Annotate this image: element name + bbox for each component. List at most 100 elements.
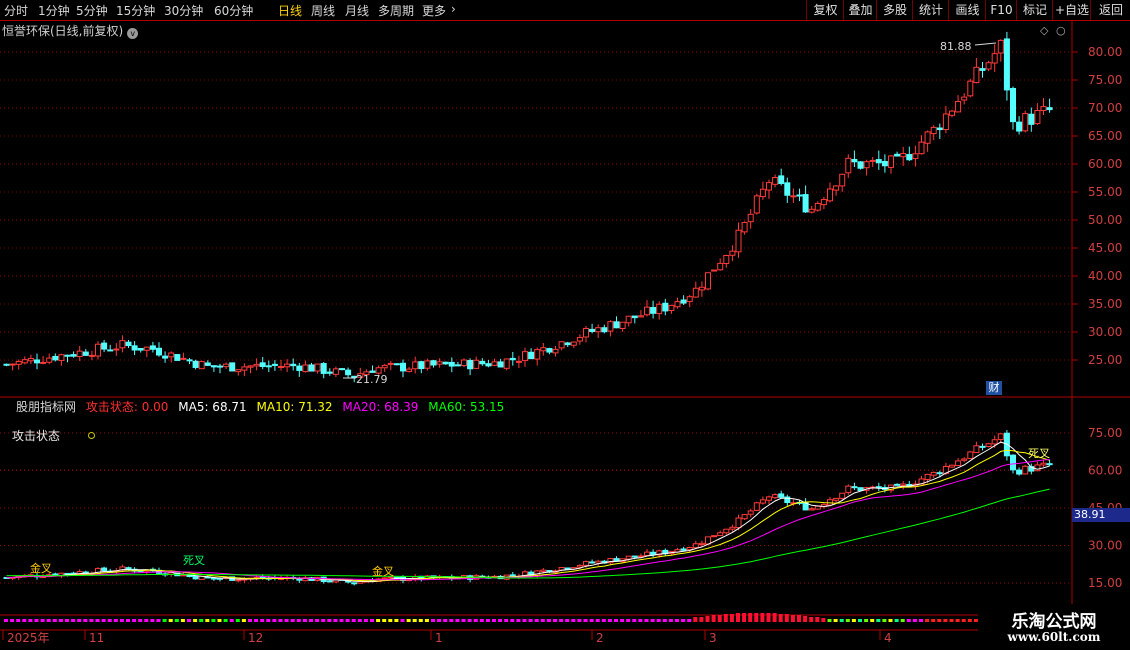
- candle-body: [509, 357, 516, 361]
- candle-body: [58, 354, 65, 361]
- indicator-candle-body: [869, 486, 876, 489]
- current-value-tag: 38.91: [1072, 508, 1130, 522]
- attack-state-bar: [662, 619, 667, 622]
- attack-state-bar: [290, 619, 295, 622]
- indicator-tick-label: 75.00: [1088, 426, 1122, 440]
- period-9[interactable]: 多周期: [378, 2, 414, 19]
- indicator-candle-body: [210, 577, 217, 580]
- indicator-candle-body: [223, 576, 230, 579]
- chevron-down-icon[interactable]: v: [127, 28, 139, 39]
- attack-state-bar: [400, 619, 405, 622]
- high-price-pointer: [974, 42, 997, 46]
- price-tick-label: 25.00: [1088, 353, 1122, 367]
- kline-chart[interactable]: 80.00 75.00 70.00 65.00 60.00 55.00 50.00 45.00…: [0, 0, 1130, 650]
- candle-body: [436, 361, 443, 365]
- period-5[interactable]: 60分钟: [214, 2, 253, 19]
- candle-body: [1028, 113, 1035, 125]
- attack-state-bar: [229, 619, 234, 622]
- candle-body: [9, 363, 16, 366]
- attack-state-bar: [150, 619, 155, 622]
- period-6[interactable]: 日线: [278, 2, 302, 19]
- toolbar-button-7[interactable]: +自选: [1052, 0, 1091, 20]
- candle-body: [930, 126, 937, 135]
- candle-body: [271, 363, 278, 366]
- indicator-candle-body: [387, 576, 394, 579]
- attack-state-bar: [937, 619, 942, 622]
- toolbar-button-1[interactable]: 叠加: [843, 0, 877, 20]
- attack-state-bar: [626, 619, 631, 622]
- toolbar-button-6[interactable]: 标记: [1016, 0, 1053, 20]
- candle-body: [607, 321, 614, 332]
- toolbar-button-3[interactable]: 统计: [912, 0, 949, 20]
- attack-state-bar: [699, 617, 704, 622]
- attack-state-bar: [388, 619, 393, 622]
- indicator-candle-body: [875, 486, 882, 489]
- toolbar-button-4[interactable]: 画线: [948, 0, 986, 20]
- period-2[interactable]: 5分钟: [76, 2, 108, 19]
- candle-body: [827, 188, 833, 202]
- candle-body: [875, 159, 882, 164]
- candle-body: [345, 369, 352, 376]
- indicator-candle-body: [1028, 466, 1035, 472]
- toolbar-button-2[interactable]: 多股: [876, 0, 913, 20]
- date-label: 3: [709, 631, 717, 645]
- indicator-candle-body: [753, 502, 760, 511]
- indicator-candle-body: [735, 517, 742, 529]
- candle-body: [253, 363, 260, 367]
- candle-body: [46, 357, 53, 363]
- indicator-candle-body: [851, 486, 858, 489]
- candle-body: [400, 362, 406, 372]
- indicator-candle-body: [656, 550, 663, 556]
- circle-icon[interactable]: ○: [1056, 24, 1066, 37]
- indicator-candle-body: [125, 567, 132, 570]
- attack-state-bar: [443, 619, 448, 622]
- period-1[interactable]: 1分钟: [38, 2, 70, 19]
- indicator-candle-body: [601, 560, 608, 564]
- candle-body: [644, 306, 650, 316]
- period-0[interactable]: 分时: [4, 2, 28, 19]
- indicator-candle-body: [546, 569, 553, 573]
- attack-state-bar: [424, 619, 429, 622]
- period-8[interactable]: 月线: [345, 2, 369, 19]
- financial-report-badge[interactable]: 财: [986, 381, 1002, 395]
- price-tick-label: 80.00: [1088, 45, 1122, 59]
- candle-body: [942, 113, 949, 131]
- candle-body: [955, 101, 962, 113]
- attack-state-bar: [693, 617, 698, 622]
- candle-body: [778, 175, 785, 185]
- candle-body: [985, 62, 992, 70]
- diamond-icon[interactable]: ◇: [1040, 24, 1049, 37]
- attack-state-bar: [321, 619, 326, 622]
- indicator-name[interactable]: 股朋指标网: [2, 400, 76, 414]
- attack-state-bar: [687, 619, 692, 622]
- attack-state-bar: [4, 619, 8, 622]
- candle-body: [467, 360, 474, 370]
- attack-state-bar: [931, 619, 936, 622]
- price-tick-label: 60.00: [1088, 157, 1122, 171]
- attack-state-bar: [156, 619, 161, 622]
- toolbar-button-8[interactable]: 返回: [1090, 0, 1130, 20]
- indicator-candle-body: [912, 483, 919, 487]
- period-3[interactable]: 15分钟: [116, 2, 155, 19]
- attack-state-bar: [473, 619, 478, 622]
- attack-state-bar: [614, 619, 618, 622]
- indicator-candle-body: [339, 578, 345, 581]
- candle-body: [15, 360, 22, 365]
- period-10[interactable]: 更多: [422, 2, 446, 19]
- chevron-right-icon[interactable]: ›: [451, 2, 456, 16]
- candle-body: [650, 307, 657, 314]
- toolbar-button-0[interactable]: 复权: [806, 0, 844, 20]
- indicator-candle-body: [381, 577, 388, 580]
- period-4[interactable]: 30分钟: [164, 2, 203, 19]
- period-7[interactable]: 周线: [311, 2, 335, 19]
- watermark: 乐淘公式网 www.60lt.com: [978, 604, 1130, 650]
- toolbar-button-5[interactable]: F10: [985, 0, 1017, 20]
- indicator-candle-body: [345, 579, 352, 583]
- attack-state-label: 攻击状态: [12, 429, 61, 443]
- candle-body: [918, 141, 925, 155]
- candle-body: [259, 362, 266, 367]
- attack-state-bar: [302, 619, 307, 622]
- indicator-candle-body: [3, 576, 10, 579]
- indicator-candle-body: [9, 576, 16, 579]
- cross-annotation: 金叉: [30, 561, 52, 575]
